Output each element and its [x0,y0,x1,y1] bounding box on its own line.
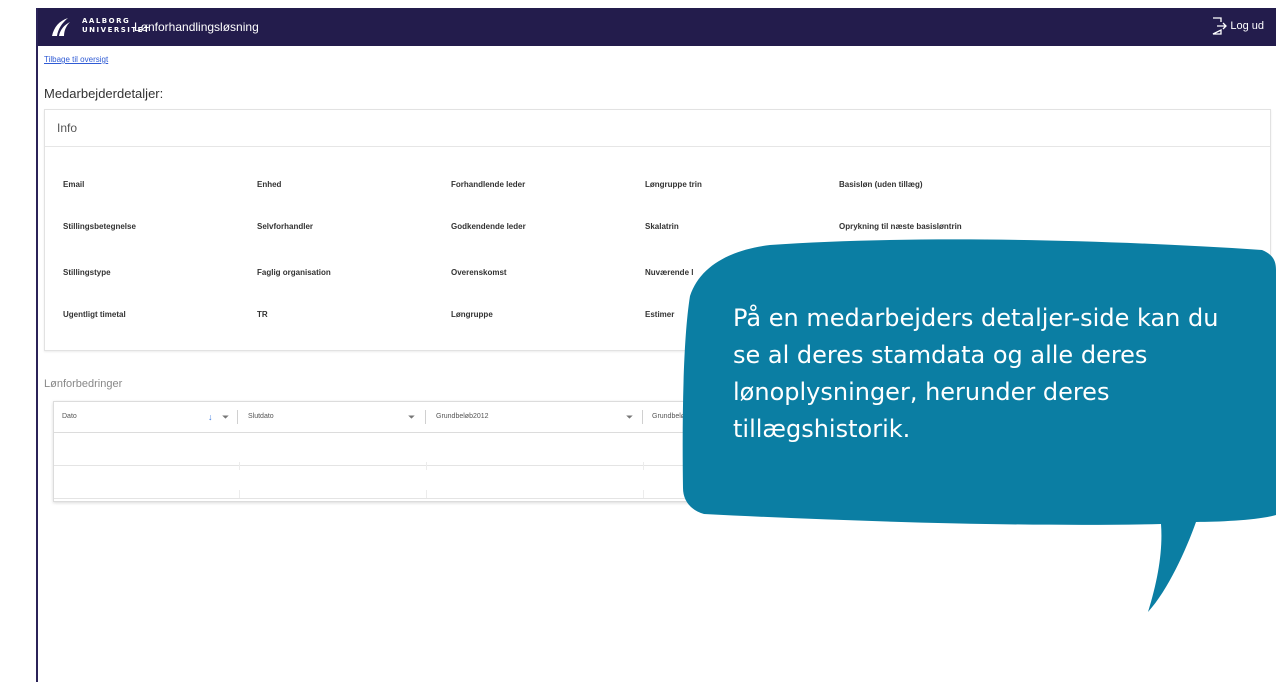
callout-text: På en medarbejders detaljer-side kan du … [733,304,1219,443]
screenshot-frame: AALBORG UNIVERSITET Lønforhandlingsløsni… [0,0,1276,682]
